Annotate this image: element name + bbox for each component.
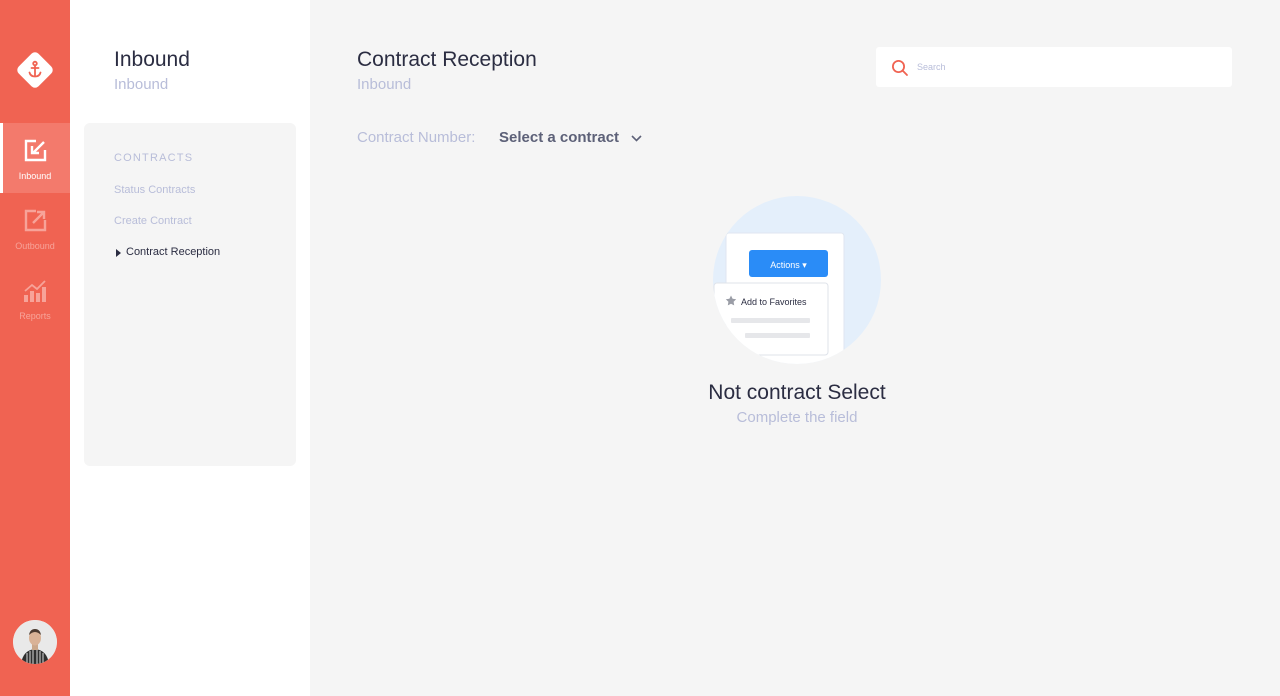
rail-item-label: Inbound — [18, 171, 52, 181]
contract-select-value: Select a contract — [499, 129, 620, 146]
illustration-favorites-label: Add to Favorites — [741, 297, 807, 307]
nav-link-status-contracts[interactable]: Status Contracts — [114, 184, 195, 196]
outbound-icon — [24, 209, 47, 232]
search-box[interactable] — [876, 47, 1232, 87]
empty-state-subtitle: Complete the field — [736, 409, 858, 426]
empty-state-illustration: Actions ▾ Add to Favorites — [713, 196, 883, 366]
rail-item-outbound[interactable]: Outbound — [0, 193, 70, 263]
reports-icon — [24, 280, 46, 302]
rail-item-inbound[interactable]: Inbound — [0, 123, 70, 193]
caret-right-icon — [116, 249, 121, 257]
section-heading-contracts: CONTRACTS — [114, 152, 194, 164]
rail-item-reports[interactable]: Reports — [0, 263, 70, 333]
secondary-sidebar: Inbound Inbound CONTRACTS Status Contrac… — [70, 0, 310, 696]
rail-item-label: Outbound — [15, 241, 55, 251]
nav-link-contract-reception[interactable]: Contract Reception — [126, 246, 220, 258]
contract-number-label: Contract Number: — [357, 129, 476, 146]
anchor-logo-icon[interactable] — [15, 50, 55, 90]
rail-item-label: Reports — [19, 311, 51, 321]
sidebar-nav-card: CONTRACTS Status Contracts Create Contra… — [84, 123, 296, 466]
empty-state-title: Not contract Select — [708, 381, 886, 404]
app-rail: Inbound Outbound Reports — [0, 0, 70, 696]
search-input[interactable] — [917, 58, 1217, 76]
sidebar-subtitle: Inbound — [114, 76, 169, 93]
nav-link-create-contract[interactable]: Create Contract — [114, 215, 192, 227]
page-subtitle: Inbound — [357, 76, 412, 93]
inbound-icon — [24, 139, 47, 162]
contract-number-row: Contract Number: Select a contract — [357, 129, 642, 149]
search-icon — [892, 60, 908, 76]
chevron-down-icon — [631, 134, 642, 142]
contract-select-dropdown[interactable]: Select a contract — [499, 129, 642, 146]
page-title: Contract Reception — [357, 48, 537, 71]
user-avatar[interactable] — [13, 620, 57, 664]
illustration-actions-label: Actions ▾ — [770, 260, 807, 270]
sidebar-title: Inbound — [114, 48, 190, 71]
